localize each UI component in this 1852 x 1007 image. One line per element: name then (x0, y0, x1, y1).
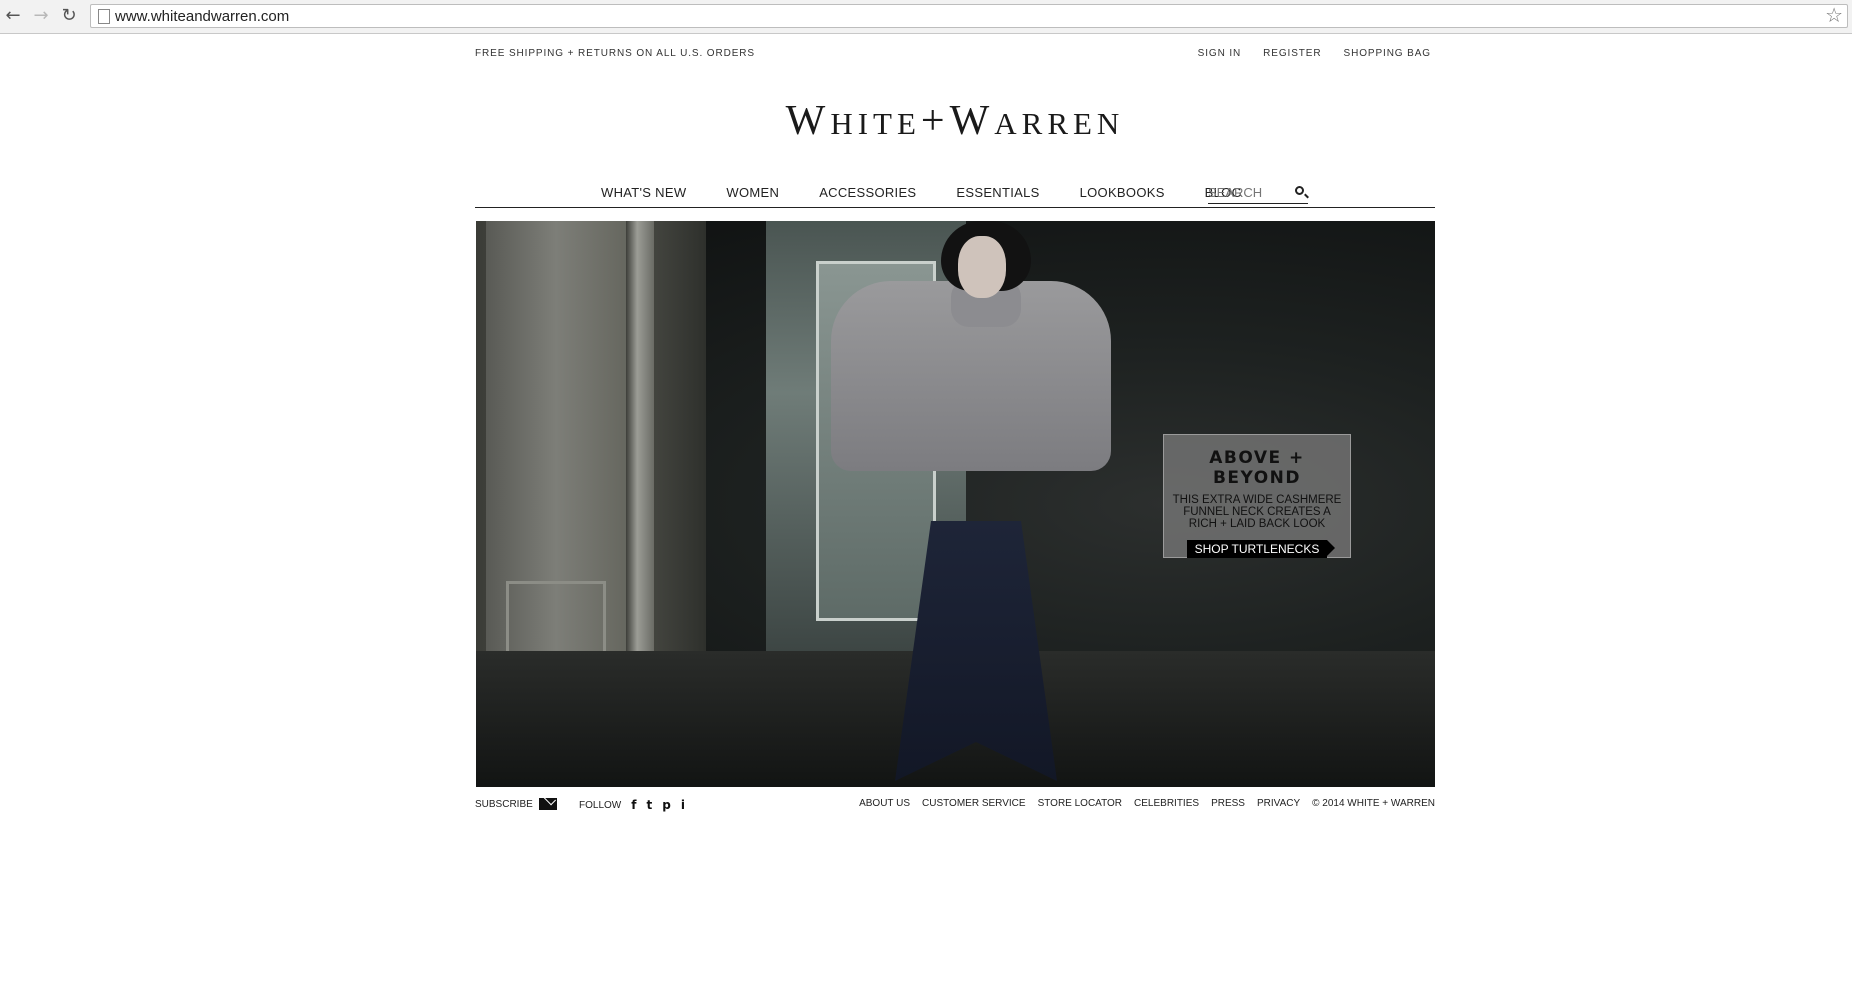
browser-toolbar: ← → ↻ www.whiteandwarren.com ☆ (0, 0, 1852, 34)
instagram-icon[interactable]: i (681, 798, 685, 812)
search-box (1208, 183, 1308, 204)
footer-links: ABOUT US CUSTOMER SERVICE STORE LOCATOR … (859, 798, 1435, 809)
footer: SUBSCRIBE FOLLOW f t p i ABOUT US CUSTOM… (475, 796, 1435, 816)
promo-description: THIS EXTRA WIDE CASHMERE FUNNEL NECK CRE… (1164, 494, 1350, 530)
nav-whats-new[interactable]: WHAT'S NEW (601, 185, 686, 200)
promo-text-line: THIS EXTRA WIDE CASHMERE (1172, 494, 1342, 506)
shop-turtlenecks-button[interactable]: SHOP TURTLENECKS (1186, 540, 1336, 558)
account-links: SIGN IN REGISTER SHOPPING BAG (1198, 48, 1431, 59)
promo-card: ABOVE + BEYOND THIS EXTRA WIDE CASHMERE … (1163, 434, 1351, 558)
nav-lookbooks[interactable]: LOOKBOOKS (1080, 185, 1165, 200)
address-bar[interactable]: www.whiteandwarren.com ☆ (90, 3, 1848, 28)
page-container: FREE SHIPPING + RETURNS ON ALL U.S. ORDE… (475, 33, 1435, 1007)
promo-title: ABOVE + BEYOND (1209, 448, 1305, 488)
twitter-icon[interactable]: t (646, 798, 652, 812)
subscribe-link[interactable]: SUBSCRIBE (475, 798, 557, 810)
page-icon (98, 9, 110, 24)
hero-banner[interactable]: ABOVE + BEYOND THIS EXTRA WIDE CASHMERE … (476, 221, 1435, 787)
facebook-icon[interactable]: f (631, 798, 636, 812)
footer-link-press[interactable]: PRESS (1211, 798, 1245, 809)
logo-text: HITE (830, 106, 921, 141)
sign-in-link[interactable]: SIGN IN (1198, 48, 1242, 59)
star-icon[interactable]: ☆ (1825, 3, 1843, 27)
search-input[interactable] (1208, 183, 1286, 200)
site-logo[interactable]: WHITE+WARREN (475, 97, 1435, 145)
url-text[interactable]: www.whiteandwarren.com (115, 8, 289, 25)
subscribe-label: SUBSCRIBE (475, 798, 533, 810)
search-icon[interactable] (1295, 186, 1304, 195)
nav-accessories[interactable]: ACCESSORIES (819, 185, 916, 200)
shipping-promo: FREE SHIPPING + RETURNS ON ALL U.S. ORDE… (475, 48, 755, 59)
pinterest-icon[interactable]: p (662, 798, 671, 812)
model-face (958, 236, 1006, 298)
promo-text-line: RICH + LAID BACK LOOK (1188, 518, 1326, 530)
footer-link-customer-service[interactable]: CUSTOMER SERVICE (922, 798, 1026, 809)
follow-label: FOLLOW (579, 799, 622, 811)
logo-plus: + (920, 98, 950, 144)
register-link[interactable]: REGISTER (1263, 48, 1321, 59)
footer-link-store-locator[interactable]: STORE LOCATOR (1038, 798, 1122, 809)
nav-essentials[interactable]: ESSENTIALS (956, 185, 1039, 200)
mail-icon (538, 798, 557, 810)
logo-letter: W (785, 98, 831, 144)
copyright-text: © 2014 WHITE + WARREN (1312, 798, 1435, 809)
footer-link-privacy[interactable]: PRIVACY (1257, 798, 1300, 809)
footer-link-about-us[interactable]: ABOUT US (859, 798, 910, 809)
logo-letter: W (949, 98, 995, 144)
nav-women[interactable]: WOMEN (726, 185, 779, 200)
promo-text-line: FUNNEL NECK CREATES A (1183, 506, 1331, 518)
logo-text: ARREN (994, 106, 1125, 141)
main-navigation: WHAT'S NEW WOMEN ACCESSORIES ESSENTIALS … (475, 183, 1435, 208)
shopping-bag-link[interactable]: SHOPPING BAG (1344, 48, 1432, 59)
follow-section: FOLLOW f t p i (579, 798, 685, 812)
forward-arrow-icon[interactable]: → (30, 5, 52, 27)
reload-icon[interactable]: ↻ (58, 5, 80, 27)
footer-link-celebrities[interactable]: CELEBRITIES (1134, 798, 1199, 809)
back-arrow-icon[interactable]: ← (2, 5, 24, 27)
